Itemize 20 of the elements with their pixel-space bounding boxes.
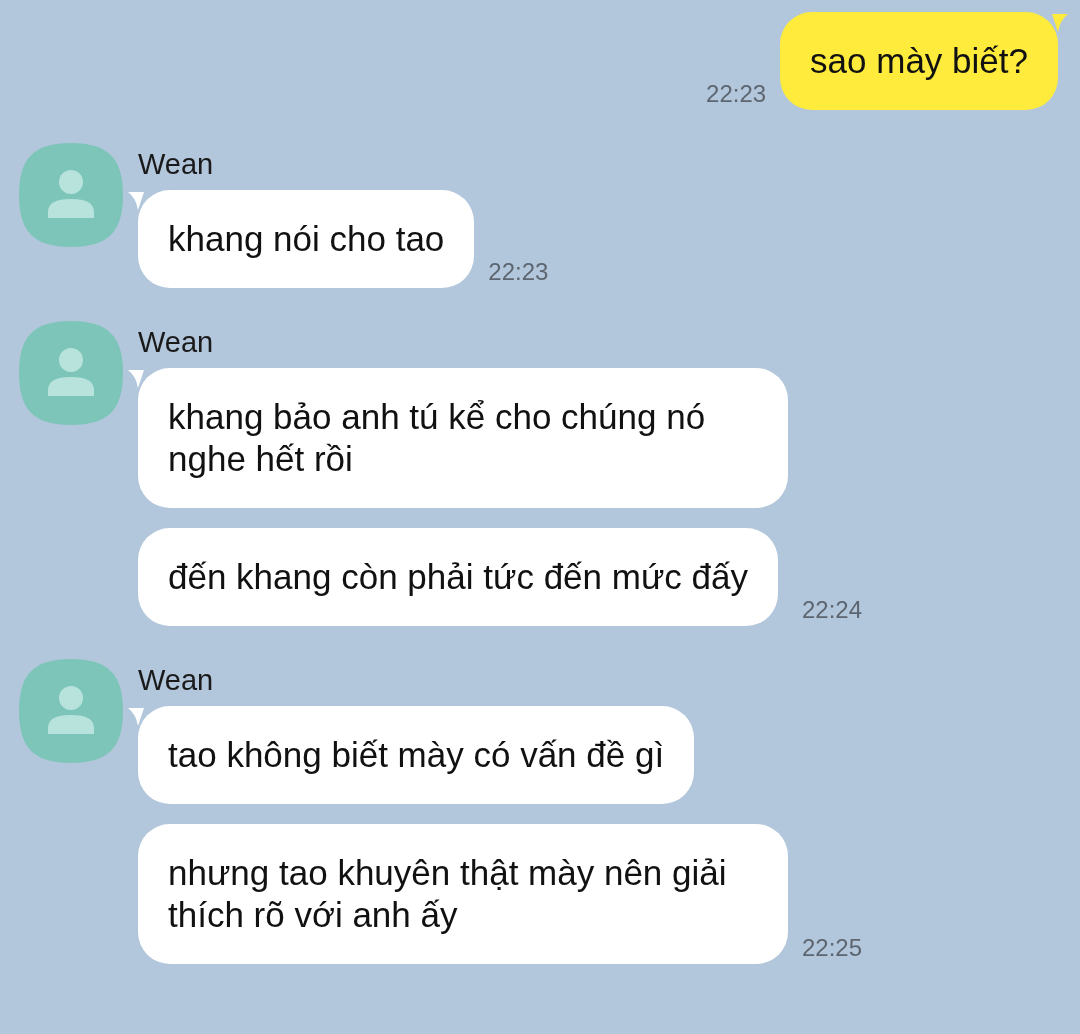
message-bubble: khang bảo anh tú kể cho chúng nó nghe hết rồi	[138, 368, 788, 508]
message-bubble: đến khang còn phải tức đến mức đấy	[138, 528, 778, 626]
message-bubble: nhưng tao khuyên thật mày nên giải thích rõ với anh ấy	[138, 824, 788, 964]
sender-name: Wean	[138, 325, 215, 360]
bubble-tail	[1052, 14, 1068, 32]
bubble-tail	[128, 370, 144, 388]
avatar-icon	[18, 320, 124, 426]
avatar-icon	[18, 658, 124, 764]
message-bubble: khang nói cho tao	[138, 190, 475, 288]
sender-name: Wean	[138, 663, 215, 698]
bubble-tail	[128, 192, 144, 210]
bubble-tail	[128, 708, 144, 726]
message-time: 22:23	[488, 258, 549, 287]
message-time: 22:25	[802, 934, 863, 963]
message-bubble: sao mày biết?	[780, 12, 1058, 110]
message-time: 22:23	[706, 80, 767, 109]
message-bubble: tao không biết mày có vấn đề gì	[138, 706, 695, 804]
sender-name: Wean	[138, 147, 215, 182]
message-time: 22:24	[802, 596, 863, 625]
avatar-icon	[18, 142, 124, 248]
